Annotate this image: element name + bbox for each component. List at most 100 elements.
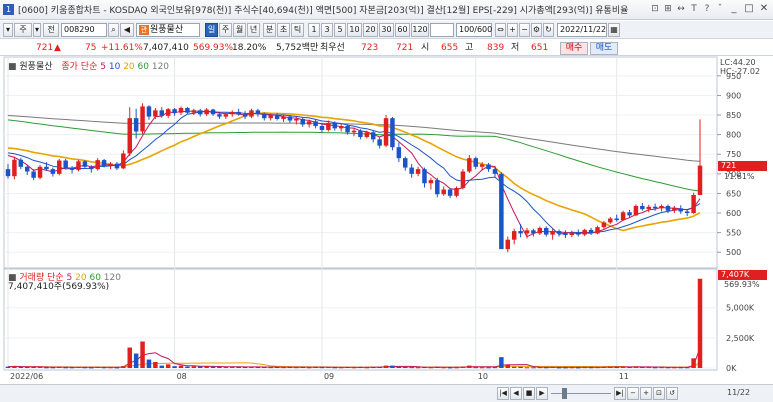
prev-button[interactable]: 전 xyxy=(43,23,59,37)
fit-icon[interactable]: ⊡ xyxy=(653,387,665,400)
candle-up xyxy=(415,169,421,174)
volume-bar xyxy=(5,366,11,368)
scroll-prev-icon[interactable]: ◀ xyxy=(510,387,522,400)
date-input[interactable]: 2022/11/22 xyxy=(557,23,607,37)
candle-up xyxy=(608,218,613,223)
dropdown-arrow-icon[interactable]: ▾ xyxy=(3,23,13,37)
help-icon[interactable]: ? xyxy=(701,3,713,16)
speaker-icon[interactable]: ◀ xyxy=(120,23,134,37)
candle-down xyxy=(627,212,632,216)
candle-down xyxy=(652,206,658,209)
candle-down xyxy=(576,232,581,235)
scroll-first-icon[interactable]: |◀ xyxy=(497,387,509,400)
stock-code-input[interactable]: 008290 xyxy=(61,23,107,37)
volume-bar xyxy=(18,366,24,368)
candle-down xyxy=(300,118,305,125)
refresh-icon[interactable]: ↻ xyxy=(543,23,554,37)
maximize-button[interactable]: □ xyxy=(742,3,756,16)
candle-down xyxy=(50,169,56,174)
volume-bar xyxy=(178,365,184,368)
calendar-icon[interactable]: ▦ xyxy=(608,23,620,37)
volume-bar xyxy=(332,367,338,369)
settings-icon[interactable]: ⚙ xyxy=(531,23,542,37)
volume-bar xyxy=(37,366,43,368)
candle-down xyxy=(422,169,427,184)
legend-toggle-icon[interactable]: ■ xyxy=(8,62,17,72)
zoom-in-icon[interactable]: + xyxy=(507,23,518,37)
grid-icon[interactable]: ⊞ xyxy=(662,3,674,16)
chart-toolbar: ▾ 주 ▾ 전 008290 ⌕ ◀ 관 원풍물산 일 주 월 년 분 초 틱 … xyxy=(0,21,773,39)
candle-up xyxy=(479,164,485,167)
period-year[interactable]: 년 xyxy=(247,23,260,37)
interval-5[interactable]: 5 xyxy=(334,23,346,37)
interval-custom-input[interactable] xyxy=(430,23,454,37)
price-tick-label: 550 xyxy=(726,229,741,238)
candle-down xyxy=(313,121,318,127)
volume-bar xyxy=(569,367,575,369)
candle-up xyxy=(281,116,286,119)
type-dropdown-icon[interactable]: ▾ xyxy=(33,23,41,37)
buy-button[interactable]: 매수 xyxy=(560,42,588,55)
candle-down xyxy=(44,166,49,170)
interval-30[interactable]: 30 xyxy=(379,23,394,37)
scroll-track[interactable] xyxy=(551,393,611,394)
menu-icon[interactable]: ˇ xyxy=(714,3,726,16)
volume-bar xyxy=(473,367,478,369)
date-label-aug: 08 xyxy=(176,372,187,381)
zoom-out-nav-icon[interactable]: − xyxy=(627,387,639,400)
volume-bar xyxy=(588,367,594,369)
volume-bar xyxy=(236,366,241,368)
chart-tool-icon[interactable]: ⇔ xyxy=(495,23,506,37)
search-icon[interactable]: ⌕ xyxy=(108,23,119,37)
volume-bar xyxy=(262,367,267,369)
period-minute[interactable]: 분 xyxy=(263,23,276,37)
volume-bar xyxy=(249,366,254,368)
candle-down xyxy=(236,111,241,115)
period-week[interactable]: 주 xyxy=(219,23,232,37)
link-icon[interactable]: ↔ xyxy=(675,3,687,16)
close-button[interactable]: ✕ xyxy=(757,3,771,16)
period-tick[interactable]: 틱 xyxy=(291,23,304,37)
type-button[interactable]: 주 xyxy=(14,23,32,37)
text-icon[interactable]: T xyxy=(688,3,700,16)
zoom-in-nav-icon[interactable]: + xyxy=(640,387,652,400)
interval-120[interactable]: 120 xyxy=(411,23,429,37)
current-volume-tag: 7,407K xyxy=(718,270,767,280)
stock-name-field[interactable]: 관 원풍물산 xyxy=(136,23,200,37)
price-volume-chart[interactable]: 950900850800750700650600550500 5,000K2,5… xyxy=(0,56,773,384)
candle-down xyxy=(146,106,152,117)
date-label-oct: 10 xyxy=(477,372,488,381)
volume-bar xyxy=(287,367,293,369)
period-day[interactable]: 일 xyxy=(205,23,218,37)
interval-3[interactable]: 3 xyxy=(321,23,333,37)
scroll-next-icon[interactable]: ▶ xyxy=(536,387,548,400)
candle-up xyxy=(601,222,607,228)
candle-down xyxy=(5,169,11,177)
pause-icon[interactable]: ■ xyxy=(523,387,535,400)
scroll-last-icon[interactable]: ▶| xyxy=(614,387,626,400)
volume-bar xyxy=(358,367,363,369)
reset-icon[interactable]: ↺ xyxy=(666,387,678,400)
sell-button[interactable]: 매도 xyxy=(590,42,618,55)
zoom-out-icon[interactable]: − xyxy=(519,23,530,37)
volume-bar xyxy=(306,367,312,369)
volume-bar xyxy=(95,366,100,368)
minimize-button[interactable]: _ xyxy=(727,3,741,16)
layout-icon[interactable]: ⊡ xyxy=(649,3,661,16)
volume-tick-label: 5,000K xyxy=(726,304,755,313)
interval-60[interactable]: 60 xyxy=(395,23,410,37)
period-second[interactable]: 초 xyxy=(277,23,290,37)
stock-name: 원풍물산 xyxy=(150,25,184,35)
volume-bar xyxy=(69,367,75,369)
count-input[interactable]: 100/600 xyxy=(456,23,492,37)
volume-axis: 5,000K 2,500K 0K xyxy=(726,304,755,373)
candle-down xyxy=(499,173,504,250)
candle-down xyxy=(588,229,594,234)
interval-20[interactable]: 20 xyxy=(363,23,378,37)
interval-10[interactable]: 10 xyxy=(347,23,362,37)
scroll-thumb[interactable] xyxy=(562,388,567,399)
last-date-label: 11/22 xyxy=(727,388,751,397)
interval-1[interactable]: 1 xyxy=(308,23,320,37)
period-month[interactable]: 월 xyxy=(233,23,246,37)
lc-label: LC:44.20 xyxy=(720,58,756,67)
